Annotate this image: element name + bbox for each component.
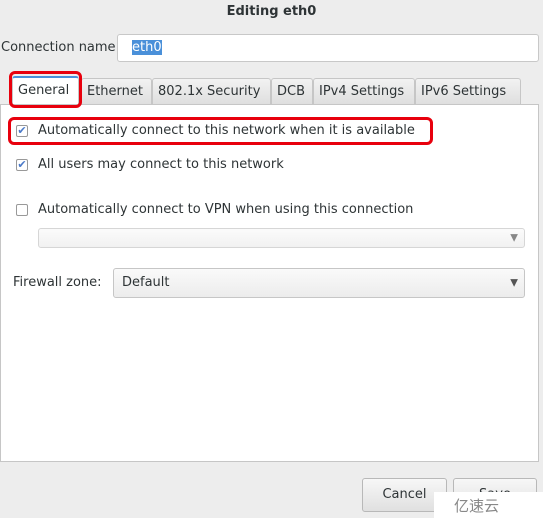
watermark: 亿速云 xyxy=(434,492,543,518)
tab-ethernet[interactable]: Ethernet xyxy=(81,78,152,105)
chevron-down-icon: ▼ xyxy=(510,232,518,244)
vpn-select[interactable]: ▼ xyxy=(38,228,525,248)
tab-ipv6-settings[interactable]: IPv6 Settings xyxy=(415,78,521,105)
tab-label: IPv6 Settings xyxy=(421,84,507,99)
auto-vpn-label: Automatically connect to VPN when using … xyxy=(38,202,414,217)
tab-dcb[interactable]: DCB xyxy=(271,78,313,105)
connection-name-value: eth0 xyxy=(132,40,162,55)
chevron-down-icon: ▼ xyxy=(510,277,518,289)
connection-name-label: Connection name: xyxy=(1,40,120,55)
tab-label: 802.1x Security xyxy=(158,84,261,99)
tab-label: IPv4 Settings xyxy=(319,84,405,99)
tab-802-1x-security[interactable]: 802.1x Security xyxy=(152,78,271,105)
tab-label: Ethernet xyxy=(87,84,143,99)
firewall-zone-label: Firewall zone: xyxy=(13,275,102,290)
auto-vpn-checkbox[interactable] xyxy=(16,204,28,216)
connection-name-input[interactable]: eth0 xyxy=(117,34,539,62)
all-users-label: All users may connect to this network xyxy=(38,157,284,172)
tab-ipv4-settings[interactable]: IPv4 Settings xyxy=(313,78,415,105)
firewall-zone-value: Default xyxy=(122,275,170,290)
window-title: Editing eth0 xyxy=(226,4,317,19)
all-users-checkbox[interactable]: ✔ xyxy=(16,159,28,171)
firewall-zone-select[interactable]: Default ▼ xyxy=(113,268,525,298)
highlight-auto-connect xyxy=(8,117,433,145)
highlight-general-tab xyxy=(9,71,82,108)
tab-label: DCB xyxy=(277,84,306,99)
